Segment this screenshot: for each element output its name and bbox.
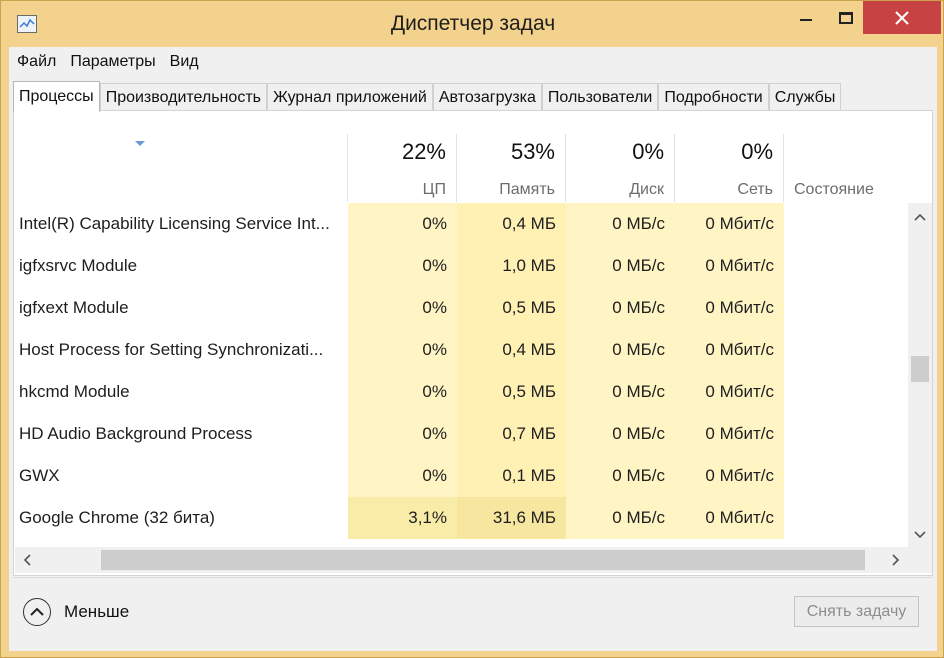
process-name: Google Chrome (32 бита) bbox=[19, 508, 215, 527]
maximize-button[interactable] bbox=[829, 1, 863, 34]
tab-details[interactable]: Подробности bbox=[658, 83, 769, 111]
tab-strip: Процессы Производительность Журнал прило… bbox=[13, 81, 842, 112]
fewer-details-button[interactable]: Меньше bbox=[23, 597, 129, 627]
process-cpu: 0% bbox=[348, 203, 457, 245]
process-cpu: 0% bbox=[348, 455, 457, 497]
vertical-scrollbar[interactable] bbox=[908, 203, 932, 547]
process-cpu: 0% bbox=[348, 245, 457, 287]
process-name: Intel(R) Capability Licensing Service In… bbox=[19, 214, 330, 233]
process-disk: 0 МБ/с bbox=[566, 371, 675, 413]
table-row[interactable]: HD Audio Background Process 0% 0,7 МБ 0 … bbox=[15, 413, 908, 455]
process-cpu: 0% bbox=[348, 329, 457, 371]
disk-label: Диск bbox=[629, 181, 664, 198]
process-memory: 0,5 МБ bbox=[457, 287, 566, 329]
column-header-memory[interactable]: 53% Память bbox=[456, 134, 565, 202]
process-name: hkcmd Module bbox=[19, 382, 130, 401]
process-network: 0 Мбит/с bbox=[675, 203, 784, 245]
process-disk: 0 МБ/с bbox=[566, 245, 675, 287]
column-header-state[interactable]: Состояние bbox=[783, 134, 908, 202]
process-memory: 0,4 МБ bbox=[457, 203, 566, 245]
scroll-left-arrow-icon[interactable] bbox=[15, 547, 39, 573]
processes-panel: 22% ЦП 53% Память 0% Диск 0% Сеть Состоя… bbox=[13, 110, 933, 576]
tab-app-history[interactable]: Журнал приложений bbox=[266, 83, 433, 111]
process-disk: 0 МБ/с bbox=[566, 287, 675, 329]
process-network: 0 Мбит/с bbox=[675, 245, 784, 287]
process-disk: 0 МБ/с bbox=[566, 203, 675, 245]
fewer-details-label: Меньше bbox=[64, 602, 130, 621]
table-row[interactable]: hkcmd Module 0% 0,5 МБ 0 МБ/с 0 Мбит/с bbox=[15, 371, 908, 413]
menu-bar: Файл Параметры Вид bbox=[9, 47, 937, 77]
end-task-button[interactable]: Снять задачу bbox=[794, 596, 919, 627]
network-total: 0% bbox=[741, 139, 773, 164]
process-disk: 0 МБ/с bbox=[566, 497, 675, 539]
close-button[interactable] bbox=[863, 1, 941, 34]
tab-users[interactable]: Пользователи bbox=[541, 83, 659, 111]
table-row[interactable]: GWX 0% 0,1 МБ 0 МБ/с 0 Мбит/с bbox=[15, 455, 908, 497]
scroll-right-arrow-icon[interactable] bbox=[884, 547, 908, 573]
process-disk: 0 МБ/с bbox=[566, 455, 675, 497]
maximize-icon bbox=[839, 11, 853, 24]
process-memory: 31,6 МБ bbox=[457, 497, 566, 539]
menu-options[interactable]: Параметры bbox=[70, 53, 155, 71]
process-cpu: 0% bbox=[348, 287, 457, 329]
table-row[interactable]: Host Process for Setting Synchronizati..… bbox=[15, 329, 908, 371]
process-disk: 0 МБ/с bbox=[566, 329, 675, 371]
title-bar[interactable]: Диспетчер задач bbox=[1, 1, 944, 47]
minimize-button[interactable] bbox=[783, 1, 829, 34]
process-memory: 1,0 МБ bbox=[457, 245, 566, 287]
minimize-icon bbox=[800, 18, 812, 21]
process-name: igfxext Module bbox=[19, 298, 129, 317]
tab-performance[interactable]: Производительность bbox=[99, 83, 267, 111]
process-memory: 0,4 МБ bbox=[457, 329, 566, 371]
state-label: Состояние bbox=[794, 181, 874, 198]
client-area: Файл Параметры Вид Процессы Производител… bbox=[9, 47, 937, 651]
column-header-disk[interactable]: 0% Диск bbox=[565, 134, 674, 202]
table-row[interactable]: igfxsrvc Module 0% 1,0 МБ 0 МБ/с 0 Мбит/… bbox=[15, 245, 908, 287]
task-manager-window: Диспетчер задач Файл Параметры Вид Проце… bbox=[0, 0, 944, 658]
scroll-up-arrow-icon[interactable] bbox=[908, 205, 932, 229]
cpu-total: 22% bbox=[401, 139, 446, 164]
sort-indicator-icon bbox=[135, 141, 145, 146]
process-cpu: 0% bbox=[348, 371, 457, 413]
process-network: 0 Мбит/с bbox=[675, 287, 784, 329]
process-cpu: 0% bbox=[348, 413, 457, 455]
process-network: 0 Мбит/с bbox=[675, 455, 784, 497]
process-network: 0 Мбит/с bbox=[675, 329, 784, 371]
table-row[interactable]: igfxext Module 0% 0,5 МБ 0 МБ/с 0 Мбит/с bbox=[15, 287, 908, 329]
process-name: igfxsrvc Module bbox=[19, 256, 138, 275]
scroll-down-arrow-icon[interactable] bbox=[908, 523, 932, 547]
memory-total: 53% bbox=[510, 139, 555, 164]
column-header-cpu[interactable]: 22% ЦП bbox=[347, 134, 456, 202]
process-name: Host Process for Setting Synchronizati..… bbox=[19, 340, 324, 359]
process-network: 0 Мбит/с bbox=[675, 371, 784, 413]
horizontal-scroll-thumb[interactable] bbox=[101, 550, 865, 570]
chevron-up-circle-icon bbox=[23, 598, 51, 626]
process-memory: 0,1 МБ bbox=[457, 455, 566, 497]
tab-processes[interactable]: Процессы bbox=[13, 81, 100, 112]
close-icon bbox=[895, 10, 909, 25]
menu-view[interactable]: Вид bbox=[170, 53, 199, 71]
vertical-scroll-thumb[interactable] bbox=[911, 356, 929, 382]
table-row[interactable]: Google Chrome (32 бита) 3,1% 31,6 МБ 0 М… bbox=[15, 497, 908, 539]
footer-divider bbox=[13, 577, 933, 578]
cpu-label: ЦП bbox=[422, 181, 446, 198]
process-list[interactable]: Intel(R) Capability Licensing Service In… bbox=[15, 203, 908, 547]
network-label: Сеть bbox=[737, 181, 773, 198]
disk-total: 0% bbox=[632, 139, 664, 164]
memory-label: Память bbox=[499, 181, 555, 198]
process-name: GWX bbox=[19, 466, 60, 485]
menu-file[interactable]: Файл bbox=[17, 53, 56, 71]
process-network: 0 Мбит/с bbox=[675, 413, 784, 455]
process-name: HD Audio Background Process bbox=[19, 424, 253, 443]
process-memory: 0,7 МБ bbox=[457, 413, 566, 455]
horizontal-scrollbar[interactable] bbox=[15, 547, 932, 573]
process-network: 0 Мбит/с bbox=[675, 497, 784, 539]
process-cpu: 3,1% bbox=[348, 497, 457, 539]
process-memory: 0,5 МБ bbox=[457, 371, 566, 413]
column-header-network[interactable]: 0% Сеть bbox=[674, 134, 783, 202]
tab-startup[interactable]: Автозагрузка bbox=[432, 83, 542, 111]
table-row[interactable]: Intel(R) Capability Licensing Service In… bbox=[15, 203, 908, 245]
tab-services[interactable]: Службы bbox=[768, 83, 842, 111]
process-disk: 0 МБ/с bbox=[566, 413, 675, 455]
